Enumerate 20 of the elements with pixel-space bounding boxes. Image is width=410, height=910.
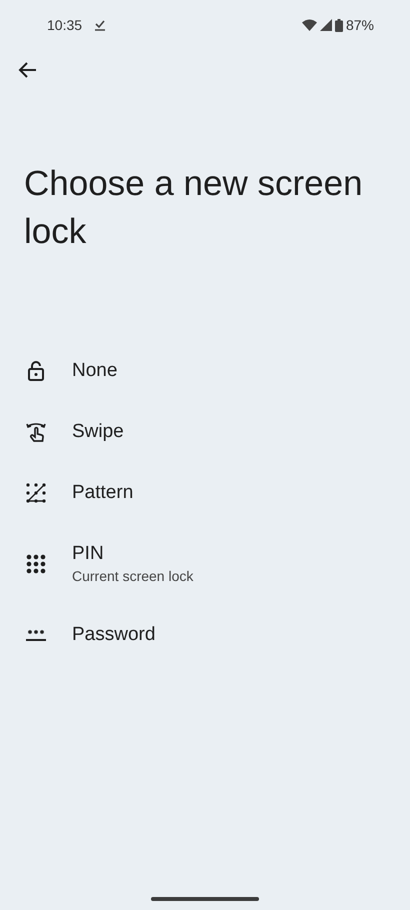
option-summary: Current screen lock [72, 567, 194, 586]
lock-option[interactable]: Pattern [0, 462, 410, 523]
download-done-icon [94, 19, 106, 31]
page-title: Choose a new screen lock [24, 163, 364, 253]
signal-icon [320, 19, 332, 31]
lock-option[interactable]: Swipe [0, 401, 410, 462]
battery-icon [334, 18, 343, 32]
option-label: Swipe [72, 420, 124, 444]
option-label: None [72, 359, 118, 383]
option-label: PIN [72, 542, 105, 566]
pin-lock-icon [24, 552, 48, 576]
option-label: Pattern [72, 481, 134, 505]
battery-percentage: 87% [346, 17, 374, 33]
lock-option[interactable]: PIN Current screen lock [0, 523, 410, 604]
lock-option[interactable]: Password [0, 604, 410, 665]
option-label: Password [72, 623, 156, 647]
pattern-lock-icon [24, 480, 48, 504]
wifi-icon [302, 19, 317, 31]
status-time: 10:35 [47, 17, 82, 33]
lock-option[interactable]: None [0, 340, 410, 401]
